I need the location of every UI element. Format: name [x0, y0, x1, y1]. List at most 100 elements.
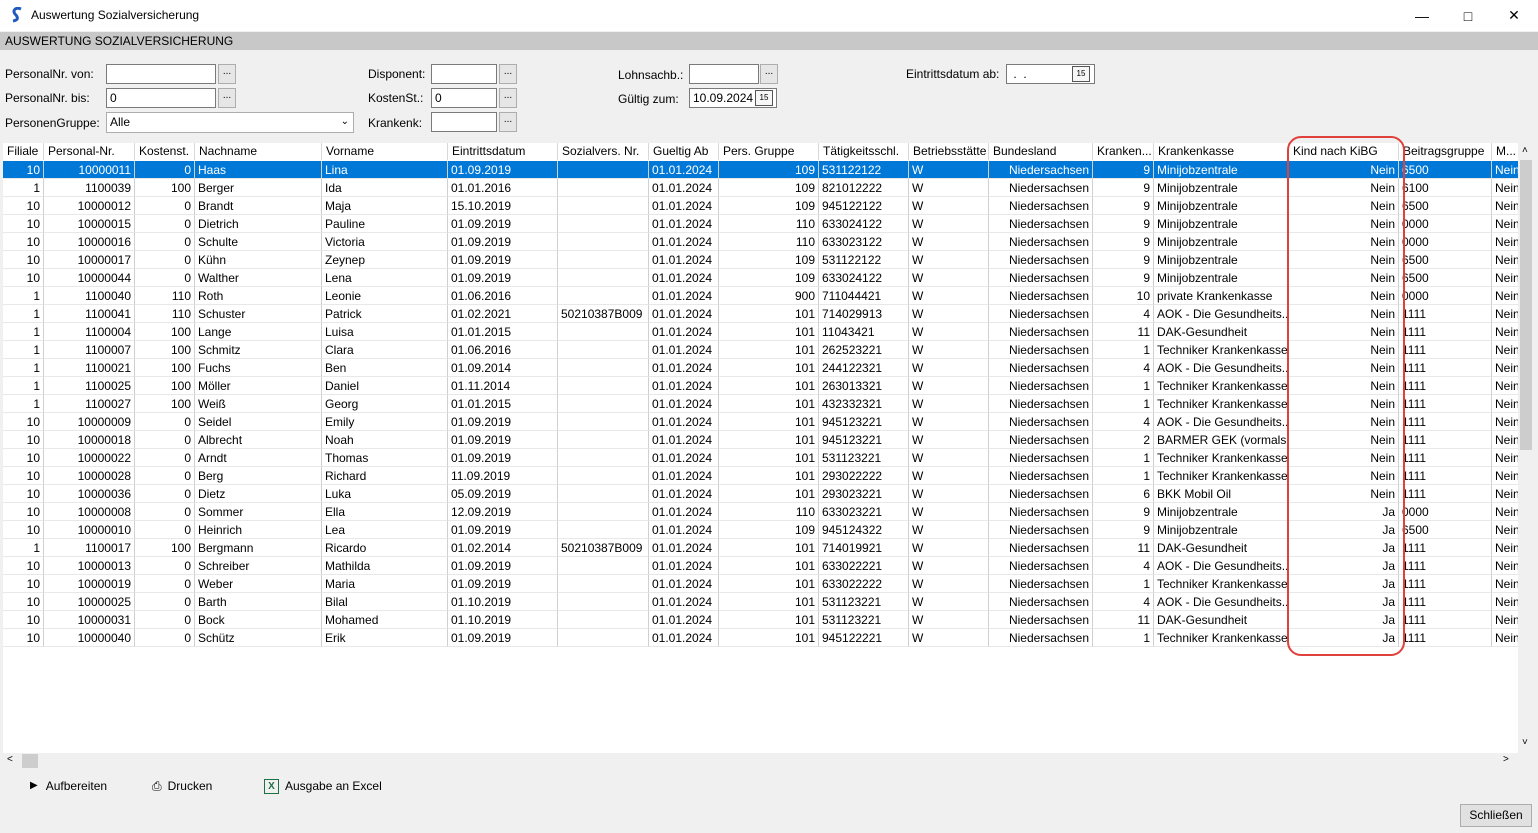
minimize-icon[interactable]: — [1399, 0, 1445, 31]
excel-export-button[interactable]: X Ausgabe an Excel [264, 778, 382, 794]
table-row[interactable]: 10 10000031 0 Bock Mohamed 01.10.2019 01.01.20… [3, 611, 1518, 629]
column-header[interactable]: Betriebsstätte [909, 143, 989, 160]
table-row[interactable]: 10 10000011 0 Haas Lina 01.09.2019 01.01.2024 1… [3, 161, 1518, 179]
calendar-icon[interactable]: 15 [1072, 66, 1090, 82]
table-row[interactable]: 10 10000018 0 Albrecht Noah 01.09.2019 01.01.2… [3, 431, 1518, 449]
table-row[interactable]: 1 1100017 100 Bergmann Ricardo 01.02.2014 5021… [3, 539, 1518, 557]
table-cell: 945123221 [819, 413, 909, 431]
table-row[interactable]: 10 10000019 0 Weber Maria 01.09.2019 01.01.202… [3, 575, 1518, 593]
table-cell: 101 [719, 467, 819, 485]
table-row[interactable]: 1 1100039 100 Berger Ida 01.01.2016 01.01.2024… [3, 179, 1518, 197]
column-header[interactable]: Personal-Nr. [44, 143, 135, 160]
table-cell [558, 611, 649, 629]
table-row[interactable]: 10 10000040 0 Schütz Erik 01.09.2019 01.01.202… [3, 629, 1518, 647]
table-cell: 01.01.2024 [649, 593, 719, 611]
table-cell: W [909, 413, 989, 431]
lohnsachb-input[interactable] [689, 64, 759, 84]
table-row[interactable]: 10 10000036 0 Dietz Luka 05.09.2019 01.01.2024… [3, 485, 1518, 503]
lohnsachb-lookup-button[interactable]: ... [760, 64, 778, 84]
kostenst-lookup-button[interactable]: ... [499, 88, 517, 108]
horizontal-scrollbar[interactable]: ˂ ˃ [3, 753, 1518, 770]
krankenk-lookup-button[interactable]: ... [499, 112, 517, 132]
chevron-left-icon[interactable]: ˂ [7, 754, 13, 765]
disponent-lookup-button[interactable]: ... [499, 64, 517, 84]
maximize-icon[interactable]: □ [1445, 0, 1491, 31]
data-grid[interactable]: Filiale Personal-Nr. Kostenst. Nachname Vorn… [3, 143, 1518, 753]
table-cell [558, 485, 649, 503]
krankenk-input[interactable] [431, 112, 497, 132]
close-button[interactable]: Schließen [1460, 804, 1532, 827]
horizontal-scroll-thumb[interactable] [22, 754, 38, 768]
table-cell: 10000017 [44, 251, 135, 269]
chevron-up-icon[interactable]: ˄ [1522, 145, 1528, 156]
table-cell: 10000018 [44, 431, 135, 449]
column-header[interactable]: Kind nach KiBG [1289, 143, 1399, 160]
column-header[interactable]: Pers. Gruppe [719, 143, 819, 160]
aufbereiten-button[interactable]: ▶ Aufbereiten [30, 778, 107, 794]
table-cell: W [909, 521, 989, 539]
drucken-button[interactable]: ⎙ Drucken [152, 778, 212, 794]
chevron-right-icon[interactable]: ˃ [1503, 754, 1509, 765]
kostenst-input[interactable]: 0 [431, 88, 497, 108]
table-cell: 0000 [1399, 287, 1492, 305]
table-row[interactable]: 10 10000025 0 Barth Bilal 01.10.2019 01.01.202… [3, 593, 1518, 611]
column-header[interactable]: Kostenst. [135, 143, 195, 160]
personengruppe-select[interactable]: Alle ⌄ [106, 112, 354, 133]
column-header[interactable]: Krankenkasse [1154, 143, 1289, 160]
column-header[interactable]: Tätigkeitsschl. [819, 143, 909, 160]
table-row[interactable]: 10 10000016 0 Schulte Victoria 01.09.2019 01.0… [3, 233, 1518, 251]
table-cell: 900 [719, 287, 819, 305]
table-row[interactable]: 10 10000022 0 Arndt Thomas 01.09.2019 01.01.20… [3, 449, 1518, 467]
table-cell: 1 [1093, 341, 1154, 359]
column-header[interactable]: Beitragsgruppe [1399, 143, 1492, 160]
table-cell: 01.01.2024 [649, 449, 719, 467]
table-row[interactable]: 1 1100007 100 Schmitz Clara 01.06.2016 01.01.2… [3, 341, 1518, 359]
table-row[interactable]: 1 1100040 110 Roth Leonie 01.06.2016 01.01.202… [3, 287, 1518, 305]
table-row[interactable]: 10 10000008 0 Sommer Ella 12.09.2019 01.01.202… [3, 503, 1518, 521]
column-header[interactable]: Eintrittsdatum [448, 143, 558, 160]
table-cell: Nein [1492, 215, 1518, 233]
column-header[interactable]: Filiale [3, 143, 44, 160]
table-cell: 10 [3, 215, 44, 233]
table-cell: 01.09.2019 [448, 449, 558, 467]
personalnr-bis-lookup-button[interactable]: ... [218, 88, 236, 108]
table-row[interactable]: 10 10000013 0 Schreiber Mathilda 01.09.2019 01… [3, 557, 1518, 575]
table-cell: 714019921 [819, 539, 909, 557]
table-cell: 01.01.2024 [649, 359, 719, 377]
table-row[interactable]: 10 10000017 0 Kühn Zeynep 01.09.2019 01.01.202… [3, 251, 1518, 269]
personalnr-von-lookup-button[interactable]: ... [218, 64, 236, 84]
close-icon[interactable]: ✕ [1491, 0, 1537, 31]
table-row[interactable]: 10 10000010 0 Heinrich Lea 01.09.2019 01.01.20… [3, 521, 1518, 539]
chevron-down-icon[interactable]: ˅ [1522, 737, 1528, 748]
table-row[interactable]: 1 1100021 100 Fuchs Ben 01.09.2014 01.01.2024 1… [3, 359, 1518, 377]
column-header[interactable]: Sozialvers. Nr. [558, 143, 649, 160]
table-row[interactable]: 1 1100041 110 Schuster Patrick 01.02.2021 5021… [3, 305, 1518, 323]
disponent-input[interactable] [431, 64, 497, 84]
column-header[interactable]: M... [1492, 143, 1518, 160]
column-header[interactable]: Nachname [195, 143, 322, 160]
table-row[interactable]: 1 1100027 100 Weiß Georg 01.01.2015 01.01.2024… [3, 395, 1518, 413]
table-cell: Nein [1492, 341, 1518, 359]
column-header[interactable]: Kranken... [1093, 143, 1154, 160]
table-row[interactable]: 10 10000044 0 Walther Lena 01.09.2019 01.01.20… [3, 269, 1518, 287]
table-row[interactable]: 10 10000009 0 Seidel Emily 01.09.2019 01.01.20… [3, 413, 1518, 431]
vertical-scroll-thumb[interactable] [1520, 160, 1532, 450]
table-row[interactable]: 1 1100025 100 Möller Daniel 01.11.2014 01.01.2… [3, 377, 1518, 395]
table-row[interactable]: 10 10000012 0 Brandt Maja 15.10.2019 01.01.202… [3, 197, 1518, 215]
table-cell: Daniel [322, 377, 448, 395]
table-cell: 110 [135, 305, 195, 323]
table-row[interactable]: 10 10000015 0 Dietrich Pauline 01.09.2019 01.0… [3, 215, 1518, 233]
table-cell: 01.09.2019 [448, 629, 558, 647]
personalnr-von-input[interactable] [106, 64, 216, 84]
column-header[interactable]: Bundesland [989, 143, 1093, 160]
table-row[interactable]: 1 1100004 100 Lange Luisa 01.01.2015 01.01.202… [3, 323, 1518, 341]
column-header[interactable]: Gueltig Ab [649, 143, 719, 160]
personalnr-bis-input[interactable]: 0 [106, 88, 216, 108]
table-cell: Ja [1289, 629, 1399, 647]
table-cell: 01.01.2024 [649, 161, 719, 179]
table-cell: Nein [1289, 359, 1399, 377]
table-cell: Luisa [322, 323, 448, 341]
column-header[interactable]: Vorname [322, 143, 448, 160]
table-row[interactable]: 10 10000028 0 Berg Richard 11.09.2019 01.01.20… [3, 467, 1518, 485]
calendar-icon[interactable]: 15 [755, 90, 773, 106]
